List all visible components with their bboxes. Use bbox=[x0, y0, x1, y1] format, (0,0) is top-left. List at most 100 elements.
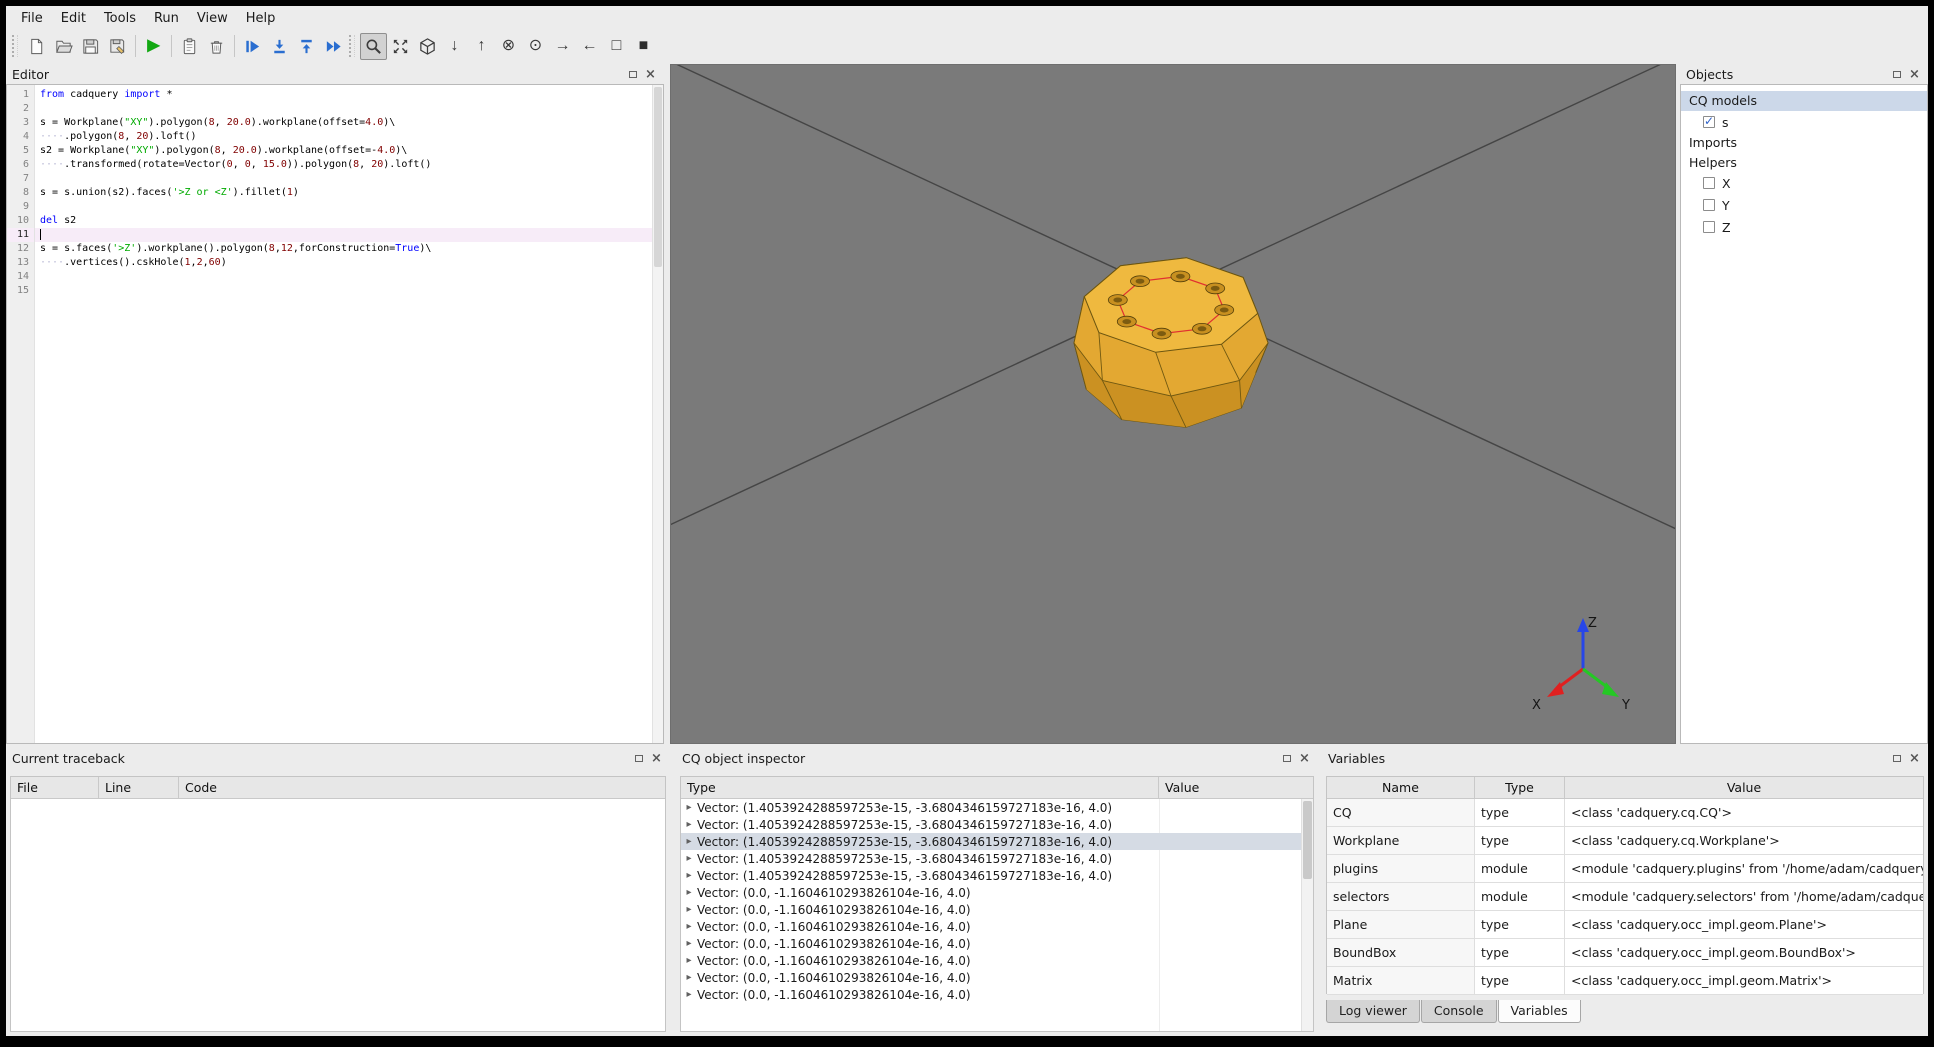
expand-arrow-icon[interactable]: ▸ bbox=[681, 819, 697, 830]
expand-arrow-icon[interactable]: ▸ bbox=[681, 904, 697, 915]
tree-item-x[interactable]: X bbox=[1681, 172, 1927, 194]
menu-tools[interactable]: Tools bbox=[95, 8, 145, 29]
code-line-4[interactable]: ····.polygon(8, 20).loft() bbox=[35, 130, 652, 144]
checkbox-y[interactable] bbox=[1703, 199, 1715, 211]
menu-help[interactable]: Help bbox=[237, 8, 285, 29]
variable-row[interactable]: BoundBox type <class 'cadquery.occ_impl.ge… bbox=[1327, 939, 1923, 967]
code-line-15[interactable] bbox=[35, 284, 652, 298]
editor-scrollbar[interactable] bbox=[652, 85, 663, 743]
expand-arrow-icon[interactable]: ▸ bbox=[681, 870, 697, 881]
traceback-col-line[interactable]: Line bbox=[99, 777, 179, 798]
inspector-row[interactable]: ▸ Vector: (0.0, -1.1604610293826104e-16, … bbox=[681, 986, 1301, 1003]
inspector-col-type[interactable]: Type bbox=[681, 777, 1159, 798]
iso-view-button[interactable] bbox=[414, 33, 441, 60]
checkbox-z[interactable] bbox=[1703, 221, 1715, 233]
inspector-row[interactable]: ▸ Vector: (1.4053924288597253e-15, -3.680… bbox=[681, 799, 1301, 816]
code-line-11[interactable] bbox=[35, 228, 652, 242]
variables-float-button[interactable] bbox=[1889, 751, 1904, 766]
variable-row[interactable]: Workplane type <class 'cadquery.cq.Workpla… bbox=[1327, 827, 1923, 855]
expand-arrow-icon[interactable]: ▸ bbox=[681, 836, 697, 847]
code-line-1[interactable]: from cadquery import * bbox=[35, 88, 652, 102]
code-line-14[interactable] bbox=[35, 270, 652, 284]
inspector-scrollbar[interactable] bbox=[1301, 799, 1313, 1031]
checkbox-s[interactable] bbox=[1703, 114, 1715, 128]
open-file-button[interactable] bbox=[50, 33, 77, 60]
inspector-float-button[interactable] bbox=[1279, 751, 1294, 766]
code-editor[interactable]: 1 2 3 4 5 6 7 8 9 10 11 12 13 14 15 from cadquery impo… bbox=[6, 84, 664, 744]
code-line-9[interactable] bbox=[35, 200, 652, 214]
bottom-view-button[interactable]: ↑ bbox=[468, 33, 495, 60]
tree-item-y[interactable]: Y bbox=[1681, 194, 1927, 216]
step-into-button[interactable] bbox=[266, 33, 293, 60]
expand-arrow-icon[interactable]: ▸ bbox=[681, 887, 697, 898]
continue-button[interactable] bbox=[320, 33, 347, 60]
variables-col-value[interactable]: Value bbox=[1565, 777, 1923, 798]
code-line-10[interactable]: del s2 bbox=[35, 214, 652, 228]
inspector-row[interactable]: ▸ Vector: (0.0, -1.1604610293826104e-16, … bbox=[681, 918, 1301, 935]
fit-all-button[interactable] bbox=[387, 33, 414, 60]
expand-arrow-icon[interactable]: ▸ bbox=[681, 955, 697, 966]
variable-row[interactable]: Plane type <class 'cadquery.occ_impl.geom.… bbox=[1327, 911, 1923, 939]
inspector-row[interactable]: ▸ Vector: (1.4053924288597253e-15, -3.680… bbox=[681, 833, 1301, 850]
traceback-float-button[interactable] bbox=[631, 751, 646, 766]
tab-variables[interactable]: Variables bbox=[1497, 1000, 1581, 1023]
code-line-12[interactable]: s = s.faces('>Z').workplane().polygon(8,… bbox=[35, 242, 652, 256]
inspector-row[interactable]: ▸ Vector: (0.0, -1.1604610293826104e-16, … bbox=[681, 935, 1301, 952]
delete-button[interactable] bbox=[203, 33, 230, 60]
clipboard-button[interactable] bbox=[176, 33, 203, 60]
inspector-scrollbar-thumb[interactable] bbox=[1303, 801, 1312, 879]
cad-model[interactable] bbox=[1073, 257, 1269, 428]
inspector-row[interactable]: ▸ Vector: (0.0, -1.1604610293826104e-16, … bbox=[681, 952, 1301, 969]
expand-arrow-icon[interactable]: ▸ bbox=[681, 802, 697, 813]
menu-run[interactable]: Run bbox=[145, 8, 188, 29]
inspector-col-value[interactable]: Value bbox=[1159, 777, 1313, 798]
tab-console[interactable]: Console bbox=[1420, 1000, 1497, 1023]
back-view-button[interactable]: ⊙ bbox=[522, 33, 549, 60]
variables-close-button[interactable]: × bbox=[1907, 751, 1922, 766]
editor-close-button[interactable]: × bbox=[643, 67, 658, 82]
left-view-button[interactable]: → bbox=[549, 33, 576, 60]
inspector-row[interactable]: ▸ Vector: (1.4053924288597253e-15, -3.680… bbox=[681, 816, 1301, 833]
traceback-col-file[interactable]: File bbox=[11, 777, 99, 798]
variable-row[interactable]: CQ type <class 'cadquery.cq.CQ'> bbox=[1327, 799, 1923, 827]
variables-col-type[interactable]: Type bbox=[1475, 777, 1565, 798]
expand-arrow-icon[interactable]: ▸ bbox=[681, 938, 697, 949]
traceback-close-button[interactable]: × bbox=[649, 751, 664, 766]
code-line-13[interactable]: ····.vertices().cskHole(1,2,60) bbox=[35, 256, 652, 270]
variable-row[interactable]: selectors module <module 'cadquery.selecto… bbox=[1327, 883, 1923, 911]
zoom-fit-button[interactable] bbox=[360, 32, 387, 60]
toolbar-handle[interactable] bbox=[12, 35, 18, 57]
shaded-button[interactable]: ■ bbox=[630, 33, 657, 60]
expand-arrow-icon[interactable]: ▸ bbox=[681, 921, 697, 932]
right-view-button[interactable]: ← bbox=[576, 33, 603, 60]
code-line-6[interactable]: ····.transformed(rotate=Vector(0, 0, 15.… bbox=[35, 158, 652, 172]
code-line-8[interactable]: s = s.union(s2).faces('>Z or <Z').fillet… bbox=[35, 186, 652, 200]
editor-scrollbar-thumb[interactable] bbox=[654, 87, 662, 267]
variable-row[interactable]: Matrix type <class 'cadquery.occ_impl.geom… bbox=[1327, 967, 1923, 995]
inspector-row[interactable]: ▸ Vector: (0.0, -1.1604610293826104e-16, … bbox=[681, 901, 1301, 918]
editor-float-button[interactable] bbox=[625, 67, 640, 82]
viewport-3d[interactable]: Z X Y bbox=[660, 51, 1688, 744]
expand-arrow-icon[interactable]: ▸ bbox=[681, 853, 697, 864]
viewport-canvas[interactable]: Z X Y bbox=[660, 51, 1688, 743]
tree-group-cq-models[interactable]: CQ models bbox=[1681, 91, 1927, 111]
wireframe-button[interactable]: □ bbox=[603, 33, 630, 60]
save-as-button[interactable] bbox=[104, 33, 131, 60]
top-view-button[interactable]: ↓ bbox=[441, 33, 468, 60]
menu-view[interactable]: View bbox=[188, 8, 237, 29]
expand-arrow-icon[interactable]: ▸ bbox=[681, 972, 697, 983]
tree-item-helpers[interactable]: Helpers bbox=[1681, 152, 1927, 172]
variables-col-name[interactable]: Name bbox=[1327, 777, 1475, 798]
menu-file[interactable]: File bbox=[12, 8, 52, 29]
code-line-2[interactable] bbox=[35, 102, 652, 116]
menu-edit[interactable]: Edit bbox=[52, 8, 95, 29]
new-file-button[interactable] bbox=[23, 33, 50, 60]
inspector-row[interactable]: ▸ Vector: (0.0, -1.1604610293826104e-16, … bbox=[681, 969, 1301, 986]
tree-item-z[interactable]: Z bbox=[1681, 216, 1927, 238]
traceback-col-code[interactable]: Code bbox=[179, 777, 665, 798]
inspector-row[interactable]: ▸ Vector: (1.4053924288597253e-15, -3.680… bbox=[681, 867, 1301, 884]
code-line-5[interactable]: s2 = Workplane("XY").polygon(8, 20.0).wo… bbox=[35, 144, 652, 158]
tree-item-imports[interactable]: Imports bbox=[1681, 132, 1927, 152]
step-return-button[interactable] bbox=[293, 33, 320, 60]
save-button[interactable] bbox=[77, 33, 104, 60]
